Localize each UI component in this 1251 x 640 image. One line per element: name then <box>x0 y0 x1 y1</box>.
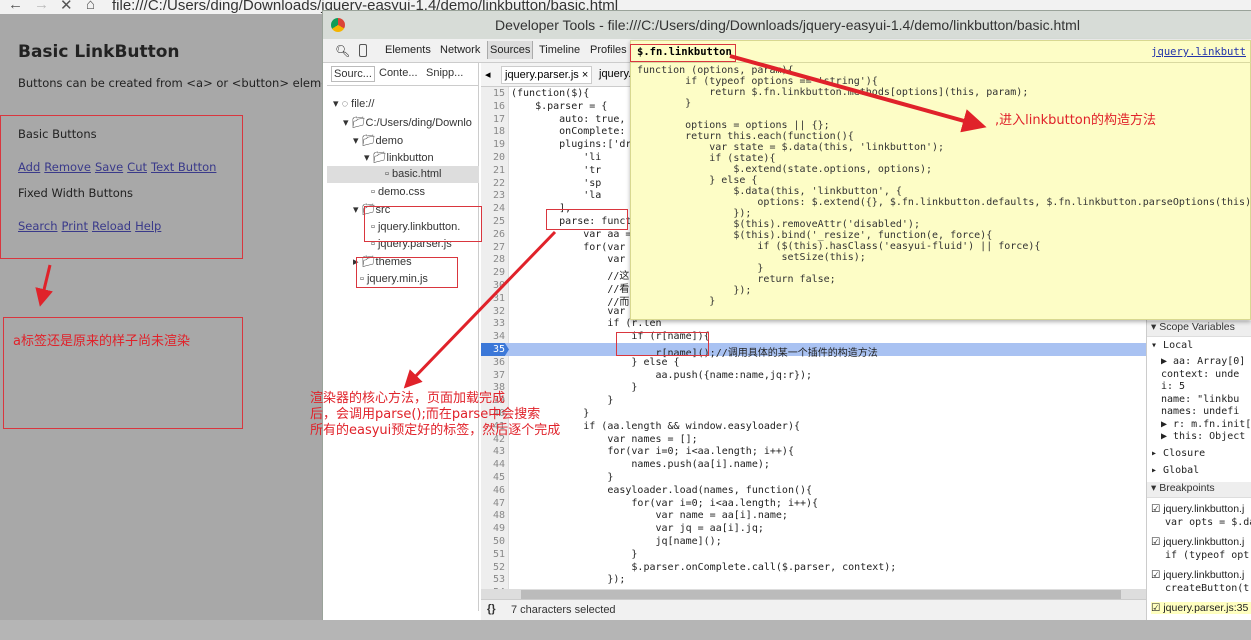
arrow-down <box>35 264 53 307</box>
annotation-arrows <box>35 54 987 389</box>
arrow-to-popover <box>729 54 987 133</box>
arrow-to-parse-note <box>403 230 557 389</box>
